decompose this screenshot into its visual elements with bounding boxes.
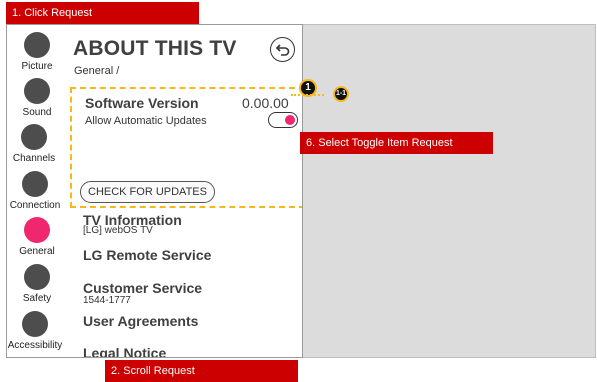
general-icon	[24, 217, 50, 243]
customer-service-value: 1544-1777	[83, 295, 131, 306]
sidebar-item-label: General	[19, 246, 55, 257]
step-badge-sub: 1-1	[333, 86, 349, 102]
sidebar-item-channels[interactable]: Channels	[7, 124, 64, 164]
sidebar-item-label: Picture	[21, 61, 53, 72]
customer-service-item[interactable]: Customer Service	[83, 280, 202, 296]
legal-notice-item[interactable]: Legal Notice	[83, 345, 166, 357]
tv-information-value: [LG] webOS TV	[83, 225, 153, 236]
lg-remote-service-item[interactable]: LG Remote Service	[83, 247, 211, 263]
accessibility-icon	[22, 311, 48, 337]
sidebar-item-label: Accessibility	[7, 340, 63, 351]
sidebar-item-general[interactable]: General	[7, 217, 67, 257]
connector-line	[291, 94, 324, 96]
user-agreements-item[interactable]: User Agreements	[83, 313, 198, 329]
sidebar-item-picture[interactable]: Picture	[7, 32, 67, 72]
back-button[interactable]	[270, 37, 295, 62]
sidebar-item-label: Channels	[12, 153, 56, 164]
page-title: ABOUT THIS TV	[73, 37, 237, 60]
toggle-request-banner: 6. Select Toggle Item Request	[300, 132, 493, 154]
settings-panel: Picture Sound Channels Connection Genera…	[6, 24, 303, 358]
connection-icon	[22, 171, 48, 197]
focus-highlight-box	[70, 87, 302, 208]
back-arrow-icon	[275, 43, 289, 56]
channels-icon	[21, 124, 47, 150]
sidebar-item-label: Safety	[22, 293, 52, 304]
click-request-banner: 1. Click Request	[6, 2, 199, 24]
sound-icon	[24, 78, 50, 104]
sidebar-item-safety[interactable]: Safety	[7, 264, 67, 304]
picture-icon	[24, 32, 50, 58]
breadcrumb: General /	[74, 65, 120, 77]
sidebar-item-connection[interactable]: Connection	[7, 171, 65, 211]
sidebar-item-sound[interactable]: Sound	[7, 78, 67, 118]
safety-icon	[24, 264, 50, 290]
sidebar-item-accessibility[interactable]: Accessibility	[7, 311, 65, 351]
scroll-request-banner: 2. Scroll Request	[105, 360, 298, 382]
sidebar-item-label: Connection	[9, 200, 61, 211]
blank-area	[303, 24, 596, 358]
sidebar-item-label: Sound	[22, 107, 52, 118]
